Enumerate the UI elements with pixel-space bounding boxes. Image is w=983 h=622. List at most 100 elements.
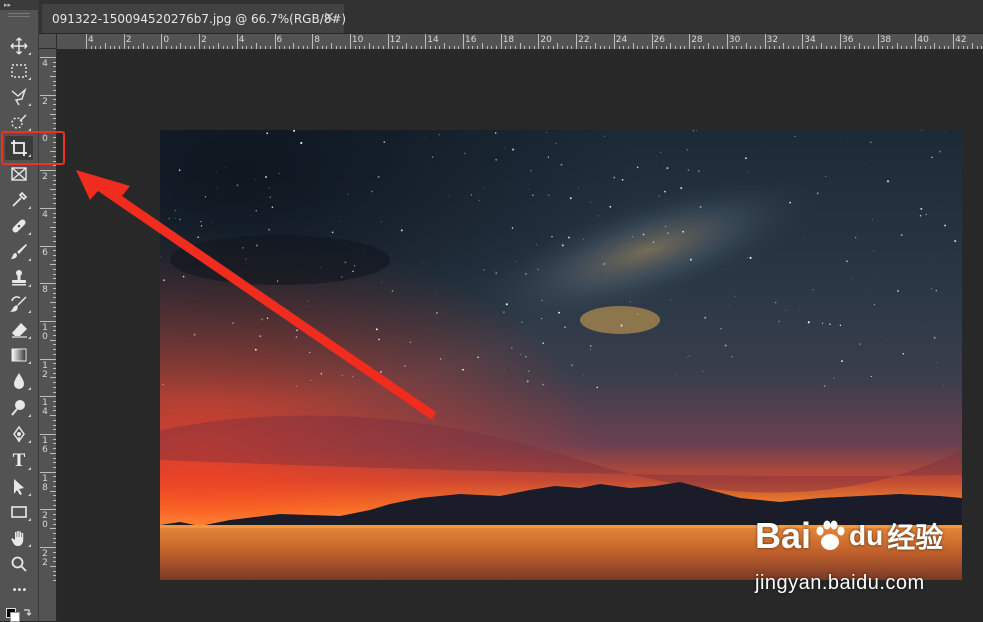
ruler-tick xyxy=(586,46,587,49)
frame-tool[interactable] xyxy=(5,162,33,186)
document-image[interactable] xyxy=(160,130,962,580)
ruler-tick xyxy=(53,255,56,256)
ruler-tick xyxy=(53,349,56,350)
ruler-tick xyxy=(670,43,671,49)
type-icon: T xyxy=(13,450,26,472)
ruler-tick xyxy=(53,542,56,543)
ruler-tick xyxy=(293,43,294,49)
eraser-tool[interactable] xyxy=(5,318,33,342)
ruler-tick xyxy=(713,46,714,49)
horizontal-ruler[interactable]: 4202468101214161820222426283032343638404… xyxy=(57,34,983,50)
ruler-tick xyxy=(911,46,912,49)
ruler-tick xyxy=(53,293,56,294)
ruler-tick xyxy=(336,46,337,49)
ruler-left-label: 1 2 xyxy=(41,362,49,380)
swap-colors-icon[interactable] xyxy=(22,608,32,618)
baidu-jingyan-watermark: Bai du 经验 jingyan.baidu.com xyxy=(755,515,983,621)
ruler-tick xyxy=(675,46,676,49)
ruler-tick xyxy=(892,46,893,49)
ruler-tick xyxy=(40,472,56,473)
document-tab[interactable]: 091322-150094520276b7.jpg @ 66.7%(RGB/8#… xyxy=(42,4,344,33)
ruler-tick xyxy=(948,46,949,49)
ruler-tick xyxy=(312,34,313,49)
ruler-tick xyxy=(557,43,558,49)
ruler-tick xyxy=(680,46,681,49)
eyedropper-tool[interactable] xyxy=(5,188,33,212)
panel-grip[interactable] xyxy=(8,13,30,17)
color-swatches[interactable] xyxy=(4,605,34,621)
ruler-tick xyxy=(807,46,808,49)
ruler-top-label: 6 xyxy=(277,35,283,45)
type-tool[interactable]: T xyxy=(5,449,33,473)
zoom-tool[interactable] xyxy=(5,552,33,576)
ruler-tick xyxy=(416,46,417,49)
stamp-icon xyxy=(10,269,28,287)
ruler-tick xyxy=(449,46,450,49)
ruler-left-label: 4 xyxy=(41,60,49,69)
lasso-tool[interactable] xyxy=(5,85,33,109)
ruler-tick xyxy=(623,46,624,49)
ruler-top-label: 0 xyxy=(163,35,169,45)
ruler-tick xyxy=(53,519,56,520)
brush-tool[interactable] xyxy=(5,240,33,264)
ruler-tick xyxy=(53,71,56,72)
ruler-tick xyxy=(53,571,56,572)
ruler-origin[interactable] xyxy=(39,34,57,49)
pen-tool[interactable] xyxy=(5,422,33,446)
healing-tool[interactable] xyxy=(5,214,33,238)
history-brush-tool[interactable] xyxy=(5,292,33,316)
ruler-tick xyxy=(152,46,153,49)
ruler-tick xyxy=(661,46,662,49)
ruler-tick xyxy=(765,34,766,49)
ruler-tick xyxy=(53,476,56,477)
collapse-toggle[interactable]: ▸▸ xyxy=(0,0,38,10)
ruler-top-label: 30 xyxy=(729,35,740,45)
ruler-tick xyxy=(845,46,846,49)
magnifier-icon xyxy=(10,555,28,573)
ruler-tick xyxy=(284,46,285,49)
ruler-tick xyxy=(491,46,492,49)
ruler-tick xyxy=(119,46,120,49)
ruler-tick xyxy=(53,533,56,534)
ruler-tick xyxy=(40,57,56,58)
ruler-tick xyxy=(53,203,56,204)
path-select-tool[interactable] xyxy=(5,475,33,499)
ruler-tick xyxy=(826,46,827,49)
ruler-tick xyxy=(906,46,907,49)
ruler-tick xyxy=(53,561,56,562)
ruler-tick xyxy=(53,514,56,515)
ruler-tick xyxy=(769,46,770,49)
blur-tool[interactable] xyxy=(5,369,33,393)
ruler-tick xyxy=(251,46,252,49)
shape-tool[interactable] xyxy=(5,500,33,524)
dodge-tool[interactable] xyxy=(5,396,33,420)
ruler-tick xyxy=(307,46,308,49)
ruler-tick xyxy=(383,46,384,49)
ruler-tick xyxy=(95,46,96,49)
frame-icon xyxy=(10,165,28,183)
ruler-tick xyxy=(897,43,898,49)
ruler-tick xyxy=(213,46,214,49)
ruler-tick xyxy=(143,43,144,49)
move-tool[interactable] xyxy=(5,34,33,58)
ruler-tick xyxy=(53,429,56,430)
ruler-tick xyxy=(355,46,356,49)
ruler-tick xyxy=(878,34,879,49)
stamp-tool[interactable] xyxy=(5,266,33,290)
ruler-tick xyxy=(628,46,629,49)
hand-tool[interactable] xyxy=(5,526,33,550)
gradient-tool[interactable] xyxy=(5,343,33,367)
marquee-tool[interactable] xyxy=(5,59,33,83)
close-icon[interactable]: × xyxy=(323,9,335,25)
ruler-tick xyxy=(722,46,723,49)
dodge-icon xyxy=(10,399,28,417)
ruler-tick xyxy=(53,307,56,308)
ruler-tick xyxy=(487,46,488,49)
ruler-tick xyxy=(86,34,87,49)
ruler-top-label: 36 xyxy=(842,35,853,45)
ruler-tick xyxy=(444,43,445,49)
more-tools[interactable]: ••• xyxy=(5,578,33,602)
ruler-tick xyxy=(746,43,747,49)
ruler-tick xyxy=(468,46,469,49)
ruler-tick xyxy=(944,46,945,49)
